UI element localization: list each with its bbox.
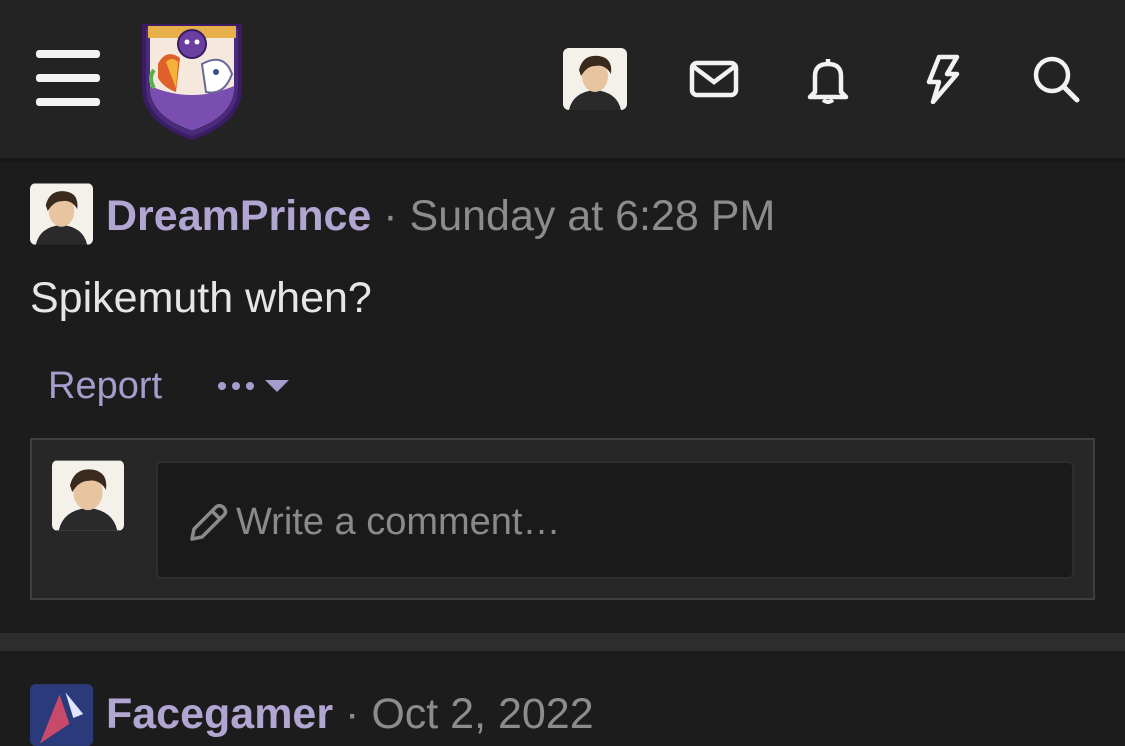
pencil-icon — [186, 501, 230, 545]
post-timestamp[interactable]: Sunday at 6:28 PM — [410, 192, 776, 240]
report-link[interactable]: Report — [48, 363, 162, 409]
envelope-icon[interactable] — [689, 54, 739, 104]
comment-placeholder: Write a comment… — [236, 501, 561, 543]
next-post-username[interactable]: Facegamer — [106, 690, 333, 738]
next-post-timestamp[interactable]: Oct 2, 2022 — [371, 690, 593, 738]
more-options-button[interactable] — [217, 372, 293, 402]
post-author-avatar[interactable] — [30, 183, 93, 245]
post-username[interactable]: DreamPrince — [106, 192, 371, 240]
post-divider — [0, 633, 1125, 651]
post-meta: DreamPrince · Sunday at 6:28 PM — [106, 190, 775, 242]
site-logo[interactable] — [136, 18, 248, 142]
top-navigation-bar — [0, 0, 1125, 158]
user-avatar[interactable] — [563, 48, 627, 110]
commenter-avatar — [52, 460, 124, 531]
post-body: Spikemuth when? — [30, 274, 372, 322]
bell-icon[interactable] — [803, 54, 853, 104]
next-post-meta: Facegamer · Oct 2, 2022 — [106, 688, 594, 740]
hamburger-menu-icon[interactable] — [36, 50, 100, 106]
header-separator — [0, 158, 1125, 162]
meta-separator: · — [383, 192, 398, 240]
meta-separator: · — [345, 690, 360, 738]
comment-input[interactable]: Write a comment… — [156, 461, 1074, 579]
comment-composer: Write a comment… — [30, 438, 1095, 600]
bolt-icon[interactable] — [917, 54, 967, 105]
search-icon[interactable] — [1031, 54, 1081, 104]
next-post-author-avatar[interactable] — [30, 684, 93, 746]
